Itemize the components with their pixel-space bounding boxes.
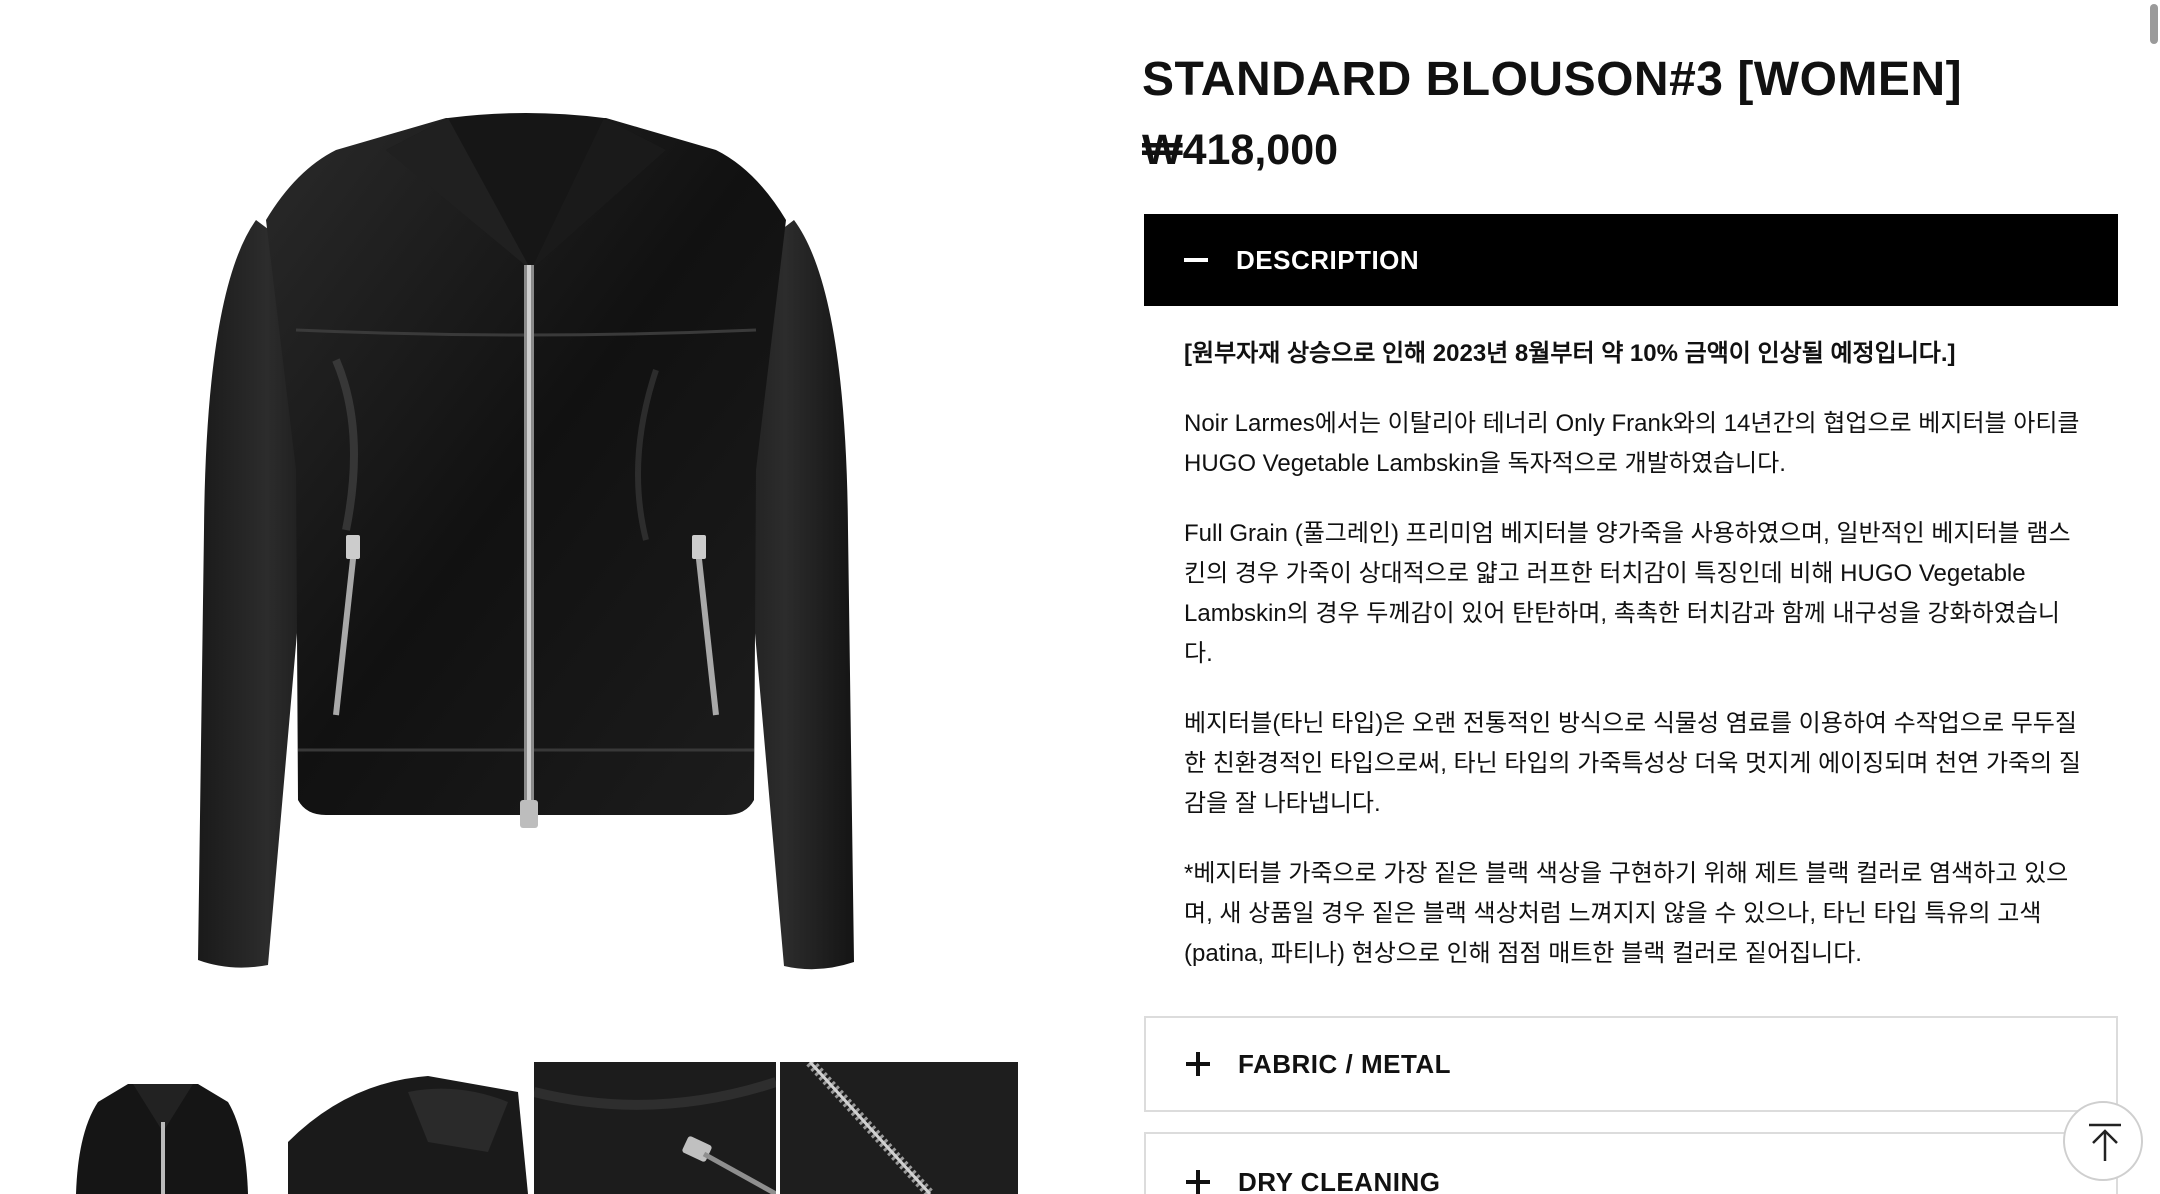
page-scrollbar[interactable] bbox=[2150, 4, 2158, 44]
description-paragraph: 베지터블(타닌 타입)은 오랜 전통적인 방식으로 식물성 염료를 이용하여 수… bbox=[1184, 710, 2081, 817]
plus-icon bbox=[1186, 1052, 1210, 1076]
accordion-dry-cleaning-label: DRY CLEANING bbox=[1238, 1166, 1441, 1194]
accordion-fabric-label: FABRIC / METAL bbox=[1238, 1048, 1452, 1079]
accordion-description-label: DESCRIPTION bbox=[1236, 244, 1420, 275]
thumbnail-front-zipper[interactable] bbox=[780, 1062, 1018, 1194]
description-content: [원부자재 상승으로 인해 2023년 8월부터 약 10% 금액이 인상될 예… bbox=[1184, 334, 2084, 1004]
accordion-description-header[interactable]: DESCRIPTION bbox=[1144, 214, 2118, 306]
price-increase-notice: [원부자재 상승으로 인해 2023년 8월부터 약 10% 금액이 인상될 예… bbox=[1184, 340, 1956, 367]
description-paragraph: Noir Larmes에서는 이탈리아 테너리 Only Frank와의 14년… bbox=[1184, 410, 2080, 477]
scroll-to-top-button[interactable] bbox=[2063, 1101, 2143, 1181]
product-price: ₩418,000 bbox=[1142, 126, 1339, 174]
product-main-image[interactable] bbox=[186, 110, 866, 1000]
accordion-fabric-header[interactable]: FABRIC / METAL bbox=[1144, 1016, 2118, 1112]
arrow-up-to-top-icon bbox=[2089, 1123, 2121, 1161]
thumbnail-strip bbox=[48, 1062, 1018, 1194]
leather-jacket-image bbox=[198, 113, 854, 970]
product-page: STANDARD BLOUSON#3 [WOMEN] ₩418,000 DESC… bbox=[0, 0, 2160, 1194]
description-paragraph: Full Grain (풀그레인) 프리미엄 베지터블 양가죽을 사용하였으며,… bbox=[1184, 520, 2071, 667]
thumbnail-pocket-zipper[interactable] bbox=[534, 1062, 776, 1194]
plus-icon bbox=[1186, 1170, 1210, 1194]
product-title: STANDARD BLOUSON#3 [WOMEN] bbox=[1142, 53, 1963, 106]
accordion-dry-cleaning-header[interactable]: DRY CLEANING bbox=[1144, 1132, 2118, 1194]
minus-icon bbox=[1184, 248, 1208, 272]
thumbnail-jacket-front[interactable] bbox=[48, 1062, 284, 1194]
description-paragraph: *베지터블 가죽으로 가장 짙은 블랙 색상을 구현하기 위해 제트 블랙 컬러… bbox=[1184, 860, 2069, 967]
